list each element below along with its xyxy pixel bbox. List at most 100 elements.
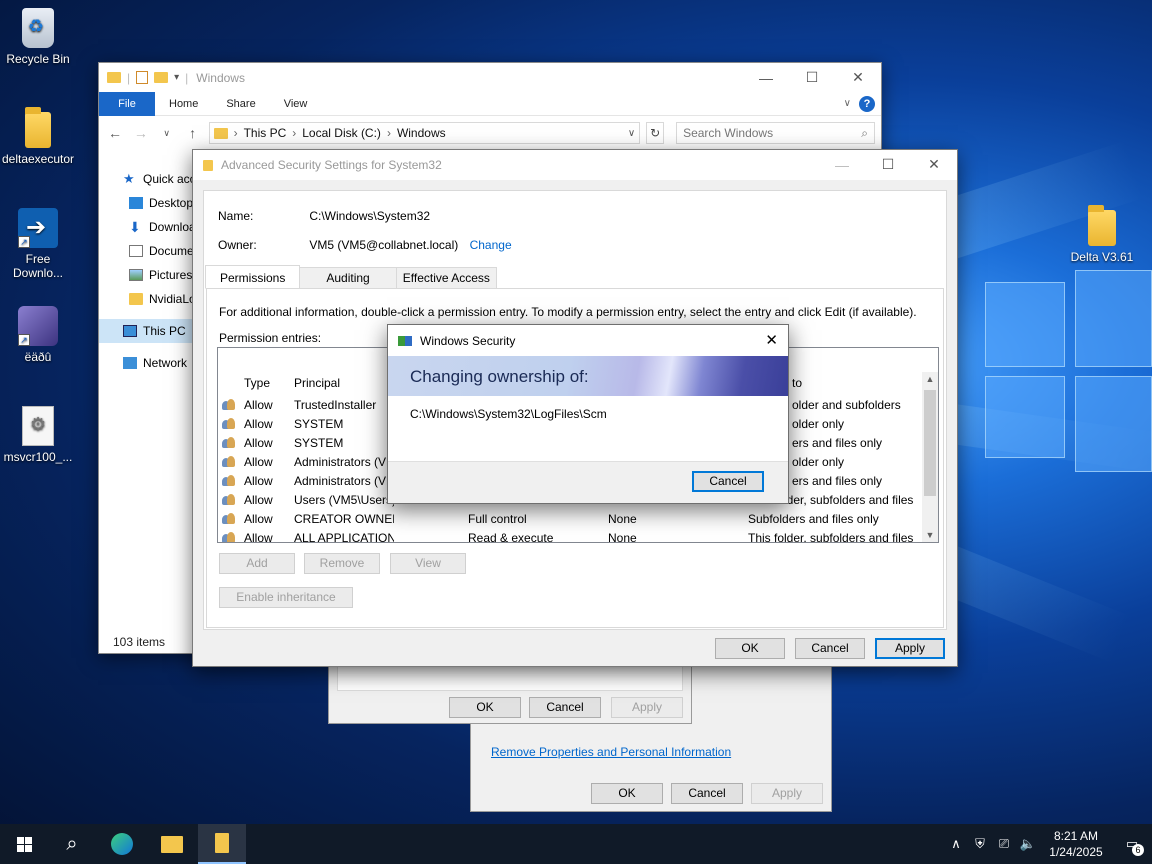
tab-permissions[interactable]: Permissions — [205, 265, 301, 289]
owner-value: VM5 (VM5@collabnet.local) — [309, 238, 459, 252]
tab-effective-access[interactable]: Effective Access — [395, 267, 497, 289]
cell-type: Allow — [244, 398, 273, 412]
list-scrollbar[interactable]: ▲ ▼ — [922, 372, 938, 542]
nav-network[interactable]: Network — [99, 351, 195, 375]
desktop-icon-recycle-bin[interactable]: Recycle Bin — [0, 8, 76, 66]
security-cancel-button[interactable]: Cancel — [692, 471, 764, 492]
chevron-up-icon[interactable]: ∧ — [944, 836, 968, 852]
desktop-icon-app[interactable]: ↗ ëäðû — [0, 306, 76, 364]
table-row[interactable]: Allow ALL APPLICATION PACKAGES Read & exec… — [218, 529, 922, 543]
security-alert-icon[interactable]: ⛨ — [968, 836, 992, 852]
change-owner-link[interactable]: Change — [470, 238, 512, 252]
tab-file[interactable]: File — [99, 91, 155, 116]
nav-desktop[interactable]: Desktop — [99, 191, 195, 215]
minimize-icon[interactable]: — — [743, 63, 789, 92]
help-icon[interactable]: ? — [859, 95, 875, 112]
column-principal[interactable]: Principal — [294, 376, 340, 390]
cancel-button[interactable]: Cancel — [795, 638, 865, 659]
properties-icon[interactable] — [136, 71, 149, 84]
remove-button[interactable]: Remove — [304, 553, 380, 574]
close-icon[interactable]: ✕ — [765, 331, 778, 349]
cell-principal: Administrators (VM — [294, 474, 394, 488]
users-icon — [222, 436, 236, 449]
back-arrow-icon[interactable]: ← — [105, 125, 125, 141]
cell-access: Full control — [468, 512, 527, 526]
download-app-icon: ↗ — [18, 208, 58, 248]
address-bar[interactable]: › This PC › Local Disk (C:) › Windows ∨ — [208, 122, 641, 144]
back-apply-button[interactable]: Apply — [751, 783, 823, 804]
explorer-titlebar: | ▾ | Windows — ☐ ✕ — [99, 63, 881, 92]
column-applies-to[interactable]: to — [792, 376, 802, 390]
tab-share[interactable]: Share — [212, 92, 269, 116]
object-name: C:\Windows\System32 — [309, 209, 431, 223]
search-button[interactable]: ⌕ — [48, 824, 96, 864]
scroll-up-icon[interactable]: ▲ — [922, 374, 938, 384]
scroll-down-icon[interactable]: ▼ — [922, 530, 938, 540]
close-icon[interactable]: ✕ — [911, 150, 957, 179]
breadcrumb-windows[interactable]: Windows — [397, 126, 446, 140]
new-folder-icon[interactable] — [154, 72, 169, 83]
maximize-icon[interactable]: ☐ — [789, 63, 835, 92]
dll-file-icon — [22, 406, 54, 446]
chevron-down-icon[interactable]: ∨ — [628, 128, 635, 139]
back-cancel-button[interactable]: Cancel — [671, 783, 743, 804]
mid-ok-button[interactable]: OK — [449, 697, 521, 718]
close-icon[interactable]: ✕ — [835, 63, 881, 92]
mid-cancel-button[interactable]: Cancel — [529, 697, 601, 718]
network-icon[interactable]: ⎚ — [992, 836, 1016, 852]
nav-documents[interactable]: Documents — [99, 239, 195, 263]
desktop-icon-delta[interactable]: Delta V3.61 — [1064, 205, 1140, 264]
cell-principal: CREATOR OWNER — [294, 512, 394, 526]
back-ok-button[interactable]: OK — [591, 783, 663, 804]
cell-type: Allow — [244, 455, 273, 469]
maximize-icon[interactable]: ☐ — [865, 150, 911, 179]
column-type[interactable]: Type — [244, 376, 270, 390]
apply-button[interactable]: Apply — [875, 638, 945, 659]
ok-button[interactable]: OK — [715, 638, 785, 659]
table-row[interactable]: Allow CREATOR OWNER Full control None Subfol… — [218, 510, 922, 529]
nav-nvidialogs[interactable]: NvidiaLogs — [99, 287, 195, 311]
active-folder-button[interactable] — [198, 824, 246, 864]
tab-view[interactable]: View — [270, 92, 322, 116]
minimize-icon[interactable]: — — [819, 150, 865, 179]
pictures-icon — [129, 269, 143, 281]
breadcrumb-local-disk[interactable]: Local Disk (C:) — [302, 126, 381, 140]
add-button[interactable]: Add — [219, 553, 295, 574]
view-button[interactable]: View — [390, 553, 466, 574]
enable-inheritance-button[interactable]: Enable inheritance — [219, 587, 353, 608]
tab-auditing[interactable]: Auditing — [299, 267, 397, 289]
customize-arrow-icon[interactable]: ▾ — [174, 72, 179, 83]
mid-apply-button[interactable]: Apply — [611, 697, 683, 718]
document-icon — [129, 245, 143, 257]
nav-pictures[interactable]: Pictures — [99, 263, 195, 287]
forward-arrow-icon[interactable]: → — [131, 125, 151, 141]
refresh-icon[interactable]: ↻ — [646, 122, 665, 144]
cell-applies: ers and files only — [792, 474, 883, 488]
computer-icon — [123, 325, 137, 337]
users-icon — [222, 455, 236, 468]
edge-button[interactable] — [98, 824, 146, 864]
start-button[interactable] — [0, 824, 48, 864]
ribbon-tabs: File Home Share View ∨ ? — [99, 91, 881, 116]
nav-quick-access[interactable]: ★Quick access — [99, 167, 195, 191]
recent-chevron-icon[interactable]: ∨ — [157, 128, 177, 139]
volume-muted-icon[interactable]: 🔈 — [1016, 836, 1040, 852]
notifications-icon[interactable]: ▭ 6 — [1112, 836, 1152, 856]
scroll-thumb[interactable] — [924, 390, 936, 496]
tab-home[interactable]: Home — [155, 92, 212, 116]
clock[interactable]: 8:21 AM 1/24/2025 — [1040, 828, 1112, 860]
file-explorer-button[interactable] — [148, 824, 196, 864]
desktop-icon-deltaexecutor[interactable]: deltaexecutor — [0, 107, 76, 166]
desktop-icon-msvcr100[interactable]: msvcr100_... — [0, 406, 76, 464]
cell-inherited: None — [608, 531, 637, 543]
nav-this-pc[interactable]: This PC — [99, 319, 195, 343]
search-input[interactable]: Search Windows ⌕ — [676, 122, 876, 144]
cell-applies: older only — [792, 417, 845, 431]
desktop-icon-free-download[interactable]: ↗ Free Downlo... — [0, 208, 76, 280]
remove-properties-link[interactable]: Remove Properties and Personal Informati… — [491, 745, 731, 759]
breadcrumb-this-pc[interactable]: This PC — [244, 126, 287, 140]
up-arrow-icon[interactable]: ↑ — [183, 125, 203, 141]
permission-entries-label: Permission entries: — [219, 331, 322, 345]
nav-downloads[interactable]: ⬇Downloads — [99, 215, 195, 239]
chevron-down-icon[interactable]: ∨ — [844, 98, 851, 109]
